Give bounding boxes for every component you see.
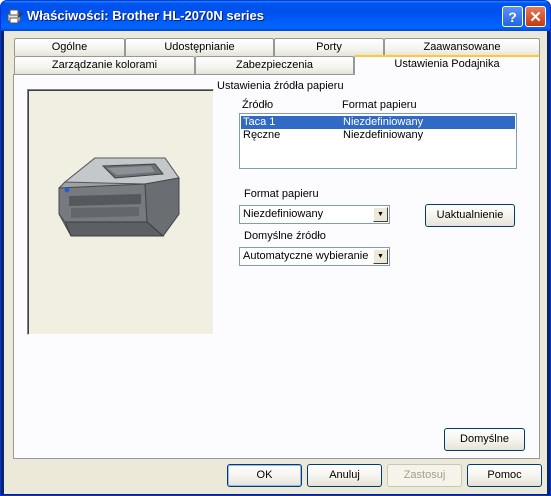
format-select[interactable]: Niezdefiniowany ▼ xyxy=(239,205,390,224)
defaults-button[interactable]: Domyślne xyxy=(444,428,525,451)
close-icon[interactable]: ✕ xyxy=(525,6,546,27)
tab-sharing[interactable]: Udostępnianie xyxy=(125,38,274,56)
list-item-format: Niezdefiniowany xyxy=(343,129,424,141)
paper-source-list[interactable]: Taca 1 Niezdefiniowany Ręczne Niezdefini… xyxy=(239,113,517,169)
list-item-format: Niezdefiniowany xyxy=(343,116,424,128)
default-source-label: Domyślne źródło xyxy=(244,230,326,242)
tab-ports[interactable]: Porty xyxy=(274,38,384,56)
default-source-select[interactable]: Automatyczne wybieranie ▼ xyxy=(239,247,390,266)
title-bar[interactable]: Właściwości: Brother HL-2070N series ? ✕ xyxy=(1,1,550,31)
format-label: Format papieru xyxy=(244,188,319,200)
properties-window: Właściwości: Brother HL-2070N series ? ✕… xyxy=(0,0,551,496)
ok-button[interactable]: OK xyxy=(227,464,302,487)
cancel-button[interactable]: Anuluj xyxy=(307,464,382,487)
tab-tray-settings[interactable]: Ustawienia Podajnika xyxy=(354,55,540,75)
list-item-source: Taca 1 xyxy=(243,116,276,128)
update-button[interactable]: Uaktualnienie xyxy=(425,204,515,227)
window-title: Właściwości: Brother HL-2070N series xyxy=(27,8,264,23)
apply-button[interactable]: Zastosuj xyxy=(387,464,462,487)
tab-color-management[interactable]: Zarządzanie kolorami xyxy=(14,56,195,74)
list-item-source: Ręczne xyxy=(243,129,281,141)
printer-properties-icon xyxy=(7,9,23,24)
column-header-source: Źródło xyxy=(242,99,274,111)
printer-image xyxy=(58,157,180,237)
printer-preview xyxy=(27,89,214,335)
dropdown-arrow-icon[interactable]: ▼ xyxy=(373,249,388,264)
tab-panel: Ustawienia źródła papieru Źródło Format … xyxy=(13,74,540,459)
help-icon[interactable]: ? xyxy=(502,6,523,27)
default-source-select-value: Automatyczne wybieranie xyxy=(243,250,369,262)
tab-security[interactable]: Zabezpieczenia xyxy=(195,56,354,74)
list-item[interactable]: Taca 1 Niezdefiniowany xyxy=(241,116,515,129)
help-button[interactable]: Pomoc xyxy=(467,464,542,487)
dropdown-arrow-icon[interactable]: ▼ xyxy=(373,207,388,222)
column-header-format: Format papieru xyxy=(342,99,417,111)
tab-advanced[interactable]: Zaawansowane xyxy=(384,38,540,56)
tab-general[interactable]: Ogólne xyxy=(14,38,125,56)
list-item[interactable]: Ręczne Niezdefiniowany xyxy=(241,129,515,142)
dialog-client: Ogólne Udostępnianie Porty Zaawansowane … xyxy=(4,31,547,494)
paper-source-group-label: Ustawienia źródła papieru xyxy=(217,80,344,92)
format-select-value: Niezdefiniowany xyxy=(243,208,324,220)
